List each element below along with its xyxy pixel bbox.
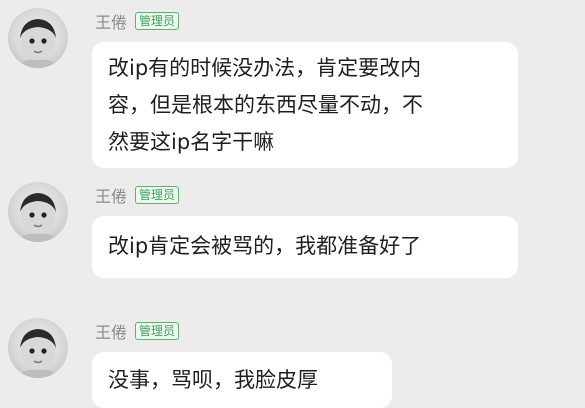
baby-photo-avatar-icon	[18, 19, 58, 68]
baby-photo-avatar-icon	[18, 193, 58, 242]
chat-message: 王倦 管理员 没事，骂呗，我脸皮厚	[0, 318, 585, 408]
message-line: 容，但是根本的东西尽量不动，不	[108, 93, 423, 117]
avatar[interactable]	[8, 8, 68, 68]
admin-badge: 管理员	[135, 186, 180, 204]
avatar[interactable]	[8, 182, 68, 242]
message-bubble[interactable]: 改ip肯定会被骂的，我都准备好了	[92, 216, 518, 278]
chat-message: 王倦 管理员 改ip肯定会被骂的，我都准备好了	[0, 182, 585, 282]
message-line: 没事，骂呗，我脸皮厚	[108, 368, 318, 392]
sender-row: 王倦 管理员	[95, 182, 180, 208]
baby-photo-avatar-icon	[18, 329, 58, 378]
avatar[interactable]	[8, 318, 68, 378]
message-line: 改ip有的时候没办法，肯定要改内	[108, 56, 422, 80]
sender-name[interactable]: 王倦	[95, 183, 127, 207]
admin-badge: 管理员	[135, 322, 180, 340]
sender-name[interactable]: 王倦	[95, 9, 127, 33]
message-line: 然要这ip名字干嘛	[108, 130, 275, 154]
sender-row: 王倦 管理员	[95, 8, 180, 34]
message-bubble[interactable]: 改ip有的时候没办法，肯定要改内 容，但是根本的东西尽量不动，不 然要这ip名字…	[92, 42, 518, 168]
sender-name[interactable]: 王倦	[95, 319, 127, 343]
admin-badge: 管理员	[135, 12, 180, 30]
sender-row: 王倦 管理员	[95, 318, 180, 344]
chat-message: 王倦 管理员 改ip有的时候没办法，肯定要改内 容，但是根本的东西尽量不动，不 …	[0, 8, 585, 168]
message-bubble[interactable]: 没事，骂呗，我脸皮厚	[92, 352, 392, 408]
message-line: 改ip肯定会被骂的，我都准备好了	[108, 234, 422, 258]
